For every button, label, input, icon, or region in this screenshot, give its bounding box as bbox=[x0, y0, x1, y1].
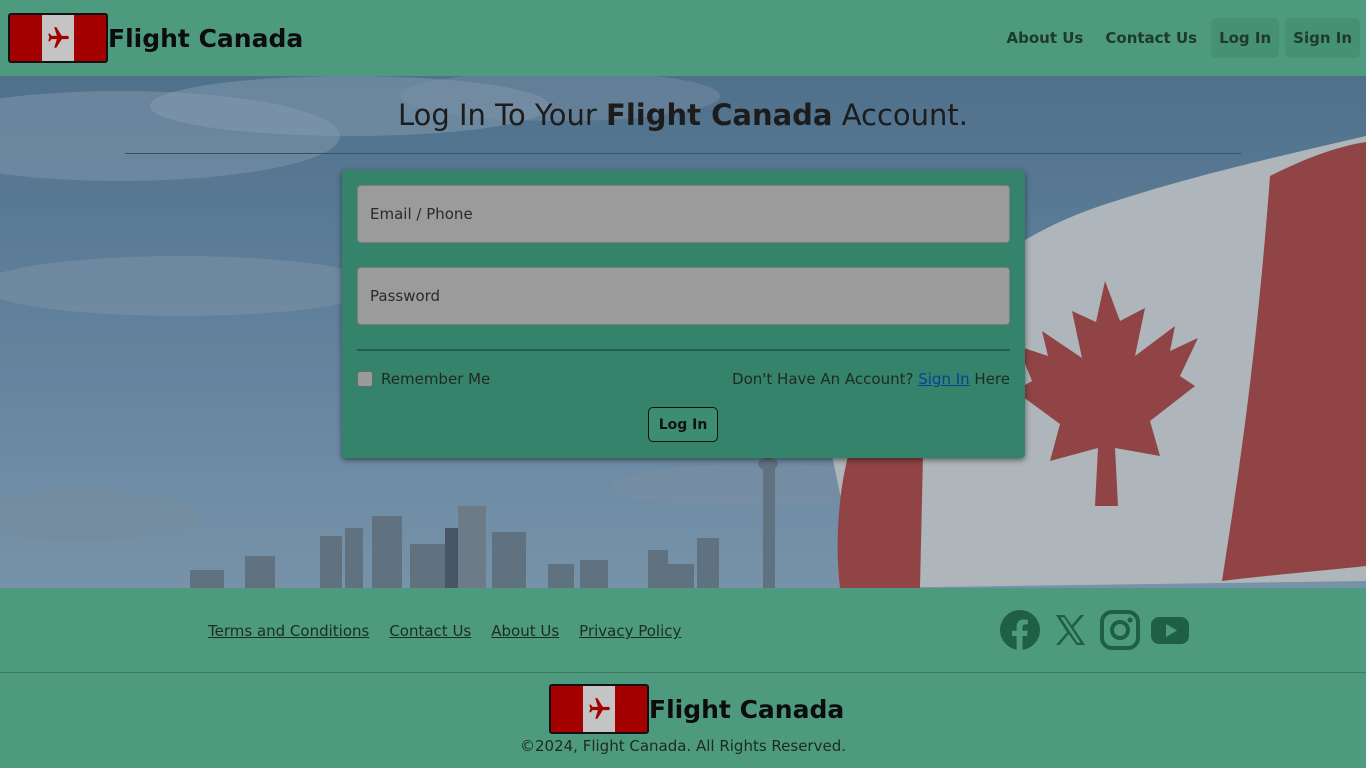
footer-terms-link[interactable]: Terms and Conditions bbox=[208, 622, 369, 640]
email-phone-input[interactable] bbox=[357, 185, 1010, 243]
footer-contact-link[interactable]: Contact Us bbox=[389, 622, 471, 640]
footer-links: Terms and Conditions Contact Us About Us… bbox=[208, 622, 681, 640]
social-links bbox=[1000, 609, 1190, 651]
top-navbar: Flight Canada About Us Contact Us Log In… bbox=[0, 0, 1366, 76]
brand[interactable]: Flight Canada bbox=[8, 13, 303, 63]
x-icon[interactable] bbox=[1050, 609, 1090, 651]
remember-me-checkbox[interactable] bbox=[357, 371, 373, 387]
footer-brand-name: Flight Canada bbox=[649, 694, 845, 724]
footer-about-link[interactable]: About Us bbox=[491, 622, 559, 640]
page-title: Log In To Your Flight Canada Account. bbox=[397, 98, 969, 132]
nav-links: About Us Contact Us Log In Sign In bbox=[999, 18, 1360, 58]
footer-privacy-link[interactable]: Privacy Policy bbox=[579, 622, 681, 640]
password-input[interactable] bbox=[357, 267, 1010, 325]
remember-me-label: Remember Me bbox=[381, 370, 491, 388]
facebook-icon[interactable] bbox=[1000, 609, 1040, 651]
nav-about-us[interactable]: About Us bbox=[999, 18, 1092, 58]
airplane-icon bbox=[589, 698, 610, 719]
flight-canada-logo bbox=[8, 13, 108, 63]
footer-brand: Flight Canada bbox=[549, 684, 844, 734]
instagram-icon[interactable] bbox=[1100, 609, 1140, 651]
footer-flight-canada-logo bbox=[549, 684, 649, 734]
log-in-button[interactable]: Log In bbox=[648, 407, 718, 442]
airplane-icon bbox=[48, 27, 69, 48]
signup-prompt: Don't Have An Account? Sign In Here bbox=[732, 370, 1010, 388]
sign-in-link[interactable]: Sign In bbox=[918, 370, 969, 388]
footer-links-bar: Terms and Conditions Contact Us About Us… bbox=[0, 588, 1366, 673]
title-divider bbox=[125, 153, 1241, 154]
copyright-text: ©2024, Flight Canada. All Rights Reserve… bbox=[520, 737, 846, 755]
nav-contact-us[interactable]: Contact Us bbox=[1097, 18, 1205, 58]
login-form: Remember Me Don't Have An Account? Sign … bbox=[342, 170, 1025, 458]
hero-section: Log In To Your Flight Canada Account. Re… bbox=[0, 76, 1366, 588]
nav-log-in[interactable]: Log In bbox=[1211, 18, 1280, 58]
footer-bottom: Flight Canada ©2024, Flight Canada. All … bbox=[0, 674, 1366, 768]
form-divider bbox=[357, 349, 1010, 351]
remember-me[interactable]: Remember Me bbox=[357, 370, 490, 388]
nav-sign-in[interactable]: Sign In bbox=[1285, 18, 1360, 58]
youtube-icon[interactable] bbox=[1150, 609, 1190, 651]
brand-name: Flight Canada bbox=[108, 23, 304, 53]
